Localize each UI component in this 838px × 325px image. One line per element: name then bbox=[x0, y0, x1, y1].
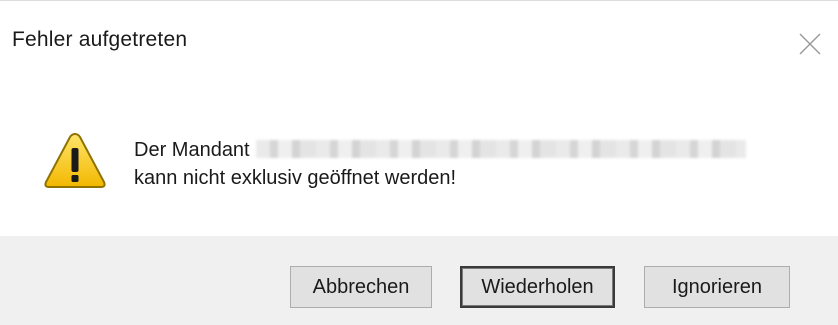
ignore-button[interactable]: Ignorieren bbox=[644, 266, 790, 308]
cancel-button[interactable]: Abbrechen bbox=[290, 266, 432, 308]
message-prefix: Der Mandant bbox=[134, 139, 250, 161]
dialog-title: Fehler aufgetreten bbox=[12, 28, 188, 51]
dialog-content: Der Mandant kann nicht exklusiv geöffnet… bbox=[0, 70, 838, 236]
button-bar: Abbrechen Wiederholen Ignorieren bbox=[0, 236, 838, 325]
redacted-path bbox=[255, 139, 746, 158]
close-button[interactable] bbox=[796, 30, 824, 58]
error-message: Der Mandant kann nicht exklusiv geöffnet… bbox=[134, 136, 746, 192]
error-dialog: Fehler aufgetreten Der Mandant kann nich… bbox=[0, 0, 838, 325]
retry-button[interactable]: Wiederholen bbox=[460, 266, 615, 308]
message-line-2: kann nicht exklusiv geöffnet werden! bbox=[134, 167, 457, 189]
warning-triangle-icon bbox=[43, 130, 107, 190]
message-line-1: Der Mandant bbox=[134, 136, 746, 164]
close-icon bbox=[799, 33, 821, 55]
window-border bbox=[0, 0, 838, 1]
